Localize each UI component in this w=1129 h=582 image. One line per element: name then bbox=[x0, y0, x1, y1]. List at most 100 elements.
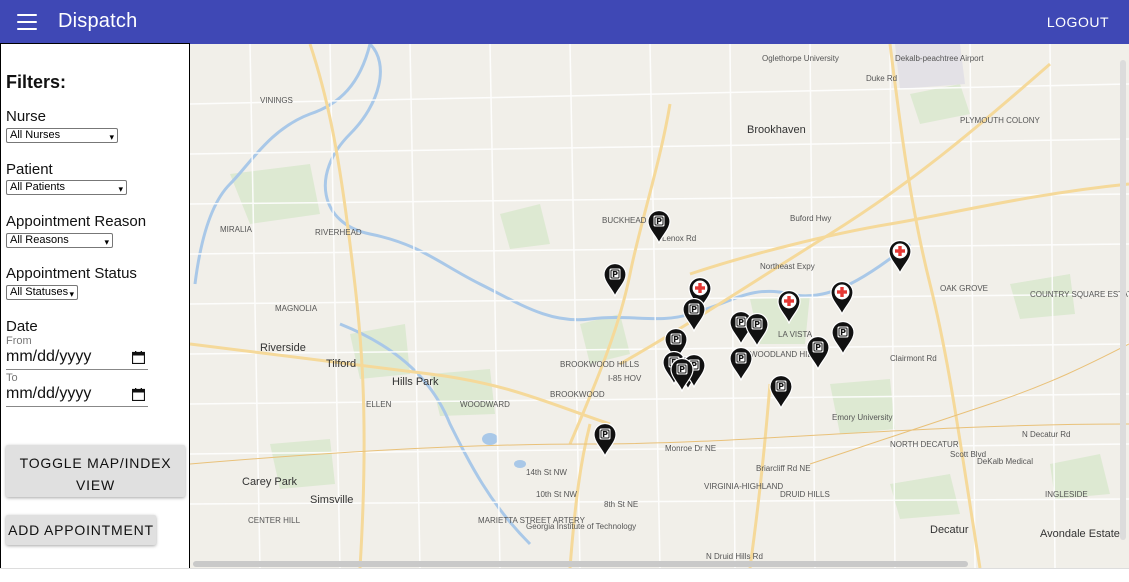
map-label: OAK GROVE bbox=[940, 284, 989, 293]
horizontal-scrollbar[interactable] bbox=[193, 561, 968, 567]
nurse-select[interactable]: All Nurses ▾ bbox=[6, 128, 118, 143]
date-from-value: mm/dd/yyyy bbox=[6, 348, 92, 365]
map-label: VIRGINIA-HIGHLAND bbox=[704, 482, 784, 491]
svg-text:P: P bbox=[754, 320, 760, 329]
map-label: Monroe Dr NE bbox=[665, 444, 717, 453]
map-label: BROOKWOOD HILLS bbox=[560, 360, 640, 369]
map-label: CENTER HILL bbox=[248, 516, 301, 525]
status-label: Appointment Status bbox=[6, 265, 137, 282]
parking-marker-icon[interactable]: P bbox=[806, 335, 830, 371]
map-label: NORTH DECATUR bbox=[890, 440, 959, 449]
parking-marker-icon[interactable]: P bbox=[593, 422, 617, 458]
chevron-down-icon: ▾ bbox=[109, 132, 114, 142]
chevron-down-icon: ▾ bbox=[69, 289, 74, 299]
app-bar: Dispatch LOGOUT bbox=[0, 0, 1129, 44]
svg-text:P: P bbox=[612, 270, 618, 279]
date-to-input[interactable]: mm/dd/yyyy bbox=[6, 385, 148, 407]
app-title: Dispatch bbox=[58, 10, 138, 32]
map-label: N Druid Hills Rd bbox=[706, 552, 763, 561]
map-label: Oglethorpe University bbox=[762, 54, 839, 63]
map-label: Carey Park bbox=[242, 476, 298, 488]
map-label: Hills Park bbox=[392, 376, 439, 388]
status-select[interactable]: All Statuses ▾ bbox=[6, 285, 78, 300]
reason-select[interactable]: All Reasons ▾ bbox=[6, 233, 113, 248]
svg-text:P: P bbox=[602, 430, 608, 439]
parking-marker-icon[interactable]: P bbox=[769, 374, 793, 410]
hospital-marker-icon[interactable] bbox=[830, 280, 854, 316]
vertical-scrollbar[interactable] bbox=[1120, 60, 1126, 540]
map-label: WOODWARD bbox=[460, 400, 510, 409]
svg-text:P: P bbox=[738, 354, 744, 363]
nurse-select-value: All Nurses bbox=[10, 129, 61, 141]
map-label: MAGNOLIA bbox=[275, 304, 318, 313]
svg-text:P: P bbox=[691, 305, 697, 314]
svg-text:P: P bbox=[738, 318, 744, 327]
map-label: Duke Rd bbox=[866, 74, 898, 83]
date-to-value: mm/dd/yyyy bbox=[6, 385, 92, 402]
date-label: Date bbox=[6, 318, 38, 335]
map-label: ELLEN bbox=[366, 400, 392, 409]
map-label: BUCKHEAD bbox=[602, 216, 647, 225]
map-label: INGLESIDE bbox=[1045, 490, 1088, 499]
map-view[interactable]: Oglethorpe University Dekalb-peachtree A… bbox=[190, 44, 1129, 568]
map-label: Avondale Estates bbox=[1040, 528, 1126, 540]
svg-text:P: P bbox=[656, 217, 662, 226]
patient-label: Patient bbox=[6, 161, 53, 178]
reason-label: Appointment Reason bbox=[6, 213, 147, 230]
map-label: Simsville bbox=[310, 494, 354, 506]
svg-text:P: P bbox=[840, 328, 846, 337]
map-label: 10th St NW bbox=[536, 490, 577, 499]
add-appointment-button[interactable]: ADD APPOINTMENT bbox=[6, 515, 156, 545]
date-from-input[interactable]: mm/dd/yyyy bbox=[6, 348, 148, 370]
map-label: PLYMOUTH COLONY bbox=[960, 116, 1040, 125]
calendar-icon[interactable] bbox=[132, 388, 145, 401]
hospital-marker-icon[interactable] bbox=[777, 289, 801, 325]
map-label: BROOKWOOD bbox=[550, 390, 605, 399]
chevron-down-icon: ▾ bbox=[104, 237, 109, 247]
map-label: Brookhaven bbox=[747, 124, 806, 136]
map-label: Tilford bbox=[326, 358, 357, 370]
toggle-button-label-line2: VIEW bbox=[76, 477, 115, 493]
svg-text:P: P bbox=[679, 365, 685, 374]
map-label: RIVERHEAD bbox=[315, 228, 362, 237]
toggle-button-label-line1: TOGGLE MAP/INDEX bbox=[19, 455, 172, 471]
svg-text:P: P bbox=[815, 343, 821, 352]
logout-button[interactable]: LOGOUT bbox=[1047, 14, 1109, 30]
parking-marker-icon[interactable]: P bbox=[670, 357, 694, 393]
filters-heading: Filters: bbox=[6, 72, 67, 92]
map-label: Northeast Expy bbox=[760, 262, 815, 271]
map-label: Georgia Institute of Technology bbox=[526, 522, 637, 531]
map-label: Scott Blvd bbox=[950, 450, 987, 459]
calendar-icon[interactable] bbox=[132, 351, 145, 364]
map-label: I-85 HOV bbox=[608, 374, 642, 383]
patient-select-value: All Patients bbox=[10, 181, 66, 193]
nurse-label: Nurse bbox=[6, 108, 47, 125]
patient-select[interactable]: All Patients ▾ bbox=[6, 180, 127, 195]
parking-marker-icon[interactable]: P bbox=[682, 297, 706, 333]
parking-marker-icon[interactable]: P bbox=[831, 320, 855, 356]
footer-strip bbox=[0, 568, 1129, 582]
date-to-label: To bbox=[6, 372, 18, 384]
svg-text:P: P bbox=[673, 335, 679, 344]
toggle-map-index-button[interactable]: TOGGLE MAP/INDEX VIEW bbox=[6, 445, 185, 497]
parking-marker-icon[interactable]: P bbox=[745, 312, 769, 348]
map-label: 14th St NW bbox=[526, 468, 567, 477]
reason-select-value: All Reasons bbox=[10, 234, 69, 246]
map-label: VININGS bbox=[260, 96, 293, 105]
parking-marker-icon[interactable]: P bbox=[647, 209, 671, 245]
parking-marker-icon[interactable]: P bbox=[729, 346, 753, 382]
parking-marker-icon[interactable]: P bbox=[603, 262, 627, 298]
map-label: MIRALIA bbox=[220, 225, 253, 234]
status-select-value: All Statuses bbox=[10, 286, 69, 298]
map-label: COUNTRY SQUARE ESTATES bbox=[1030, 290, 1129, 299]
map-label: Clairmont Rd bbox=[890, 354, 937, 363]
date-from-label: From bbox=[6, 335, 32, 347]
map-label: Dekalb-peachtree Airport bbox=[895, 54, 984, 63]
map-label: Decatur bbox=[930, 524, 969, 536]
map-label: Buford Hwy bbox=[790, 214, 832, 223]
map-label: 8th St NE bbox=[604, 500, 639, 509]
hospital-marker-icon[interactable] bbox=[888, 239, 912, 275]
menu-icon[interactable] bbox=[17, 14, 37, 30]
map-label: N Decatur Rd bbox=[1022, 430, 1071, 439]
filters-sidebar: Filters: Nurse All Nurses ▾ Patient All … bbox=[0, 43, 190, 569]
